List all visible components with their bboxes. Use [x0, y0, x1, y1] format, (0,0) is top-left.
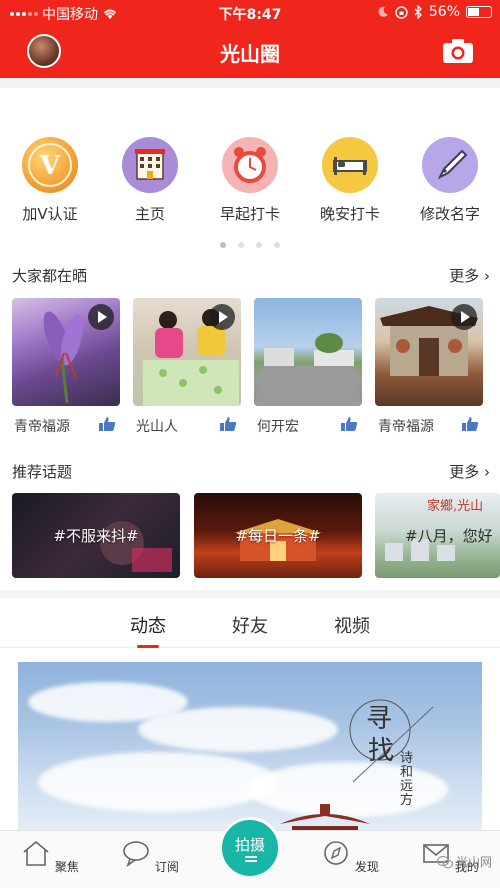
quick-actions: V 加V认证 主页 早起打卡 晚安打卡 修改名字	[0, 137, 500, 227]
moon-icon	[378, 6, 388, 17]
bluetooth-icon	[414, 5, 422, 19]
tab-friends[interactable]: 好友	[232, 612, 268, 638]
tab-dynamic[interactable]: 动态	[130, 612, 166, 638]
nav-label: 订阅	[154, 860, 179, 874]
thumbs-up-icon[interactable]	[461, 416, 479, 432]
showcase-thumbnail	[254, 298, 362, 406]
feed-tabs: 动态 好友 视频	[0, 606, 500, 648]
battery-percent: 56%	[428, 4, 460, 20]
showcase-more-link[interactable]: 更多 ›	[449, 265, 490, 286]
nav-discover[interactable]: 发现	[320, 839, 380, 875]
rotation-lock-icon	[395, 5, 408, 19]
play-icon[interactable]	[451, 304, 477, 330]
battery-icon	[466, 6, 492, 18]
watermark: 光山网	[436, 853, 492, 870]
nav-shoot-button[interactable]: 拍摄	[219, 817, 281, 879]
nav-subscribe[interactable]: 订阅	[120, 839, 180, 875]
more-label: 更多	[449, 463, 480, 481]
feed-image[interactable]: 寻 找 诗和远方	[18, 662, 482, 842]
section-divider	[0, 590, 500, 598]
section-title: 推荐话题	[12, 463, 73, 481]
poem-overlay: 寻 找 诗和远方	[348, 692, 438, 808]
building-icon	[122, 137, 178, 193]
thumbs-up-icon[interactable]	[340, 416, 358, 432]
wechat-icon	[436, 855, 453, 868]
topic-card[interactable]: #每日一条#	[194, 493, 362, 578]
svg-text:V: V	[39, 151, 61, 181]
poem-line: 找	[368, 736, 395, 766]
status-bar: 中国移动 下午8:47 56%	[0, 0, 500, 26]
thumbnail-author: 青帝福源	[14, 419, 70, 435]
pen-icon	[422, 137, 478, 193]
play-icon[interactable]	[209, 304, 235, 330]
thumbnail-author: 何开宏	[257, 419, 299, 435]
pager-dot[interactable]	[238, 242, 244, 248]
topics-header: 推荐话题 更多 ›	[12, 461, 490, 483]
tab-video[interactable]: 视频	[334, 612, 370, 638]
page-title: 光山圈	[220, 42, 280, 66]
nav-label: 发现	[354, 860, 379, 874]
thumbnail-author: 青帝福源	[378, 419, 434, 435]
bottom-nav: 聚焦 订阅 拍摄 发现 我的 光山网	[0, 817, 500, 888]
section-title: 大家都在晒	[12, 267, 88, 285]
quick-action-label: 加V认证	[22, 205, 78, 223]
shoot-icon	[245, 856, 257, 862]
more-label: 更多	[449, 267, 480, 285]
topic-tag: #八月，您好	[405, 527, 493, 545]
quick-action-night-checkin[interactable]: 晚安打卡	[300, 137, 400, 224]
quick-action-label: 早起打卡	[219, 205, 280, 223]
topic-card[interactable]: 家鄉,光山 #八月，您好	[375, 493, 500, 578]
showcase-header: 大家都在晒 更多 ›	[12, 265, 490, 287]
active-tab-indicator	[137, 645, 159, 648]
showcase-thumbnail[interactable]	[375, 298, 483, 406]
thumbs-up-icon[interactable]	[98, 416, 116, 432]
nav-focus[interactable]: 聚焦	[20, 839, 80, 875]
quick-action-rename[interactable]: 修改名字	[400, 137, 500, 224]
bed-icon	[322, 137, 378, 193]
poem-side: 诗和远方	[400, 751, 414, 808]
thumbs-up-icon[interactable]	[219, 416, 237, 432]
v-badge-icon: V	[22, 137, 78, 193]
pager-dot[interactable]	[274, 242, 280, 248]
header-separator	[0, 78, 500, 88]
pager-dot[interactable]	[220, 242, 226, 248]
quick-action-label: 主页	[134, 205, 165, 223]
compass-icon	[324, 841, 348, 865]
topic-card[interactable]: #不服来抖#	[12, 493, 180, 578]
app-header: 光山圈	[0, 26, 500, 78]
nav-label: 聚焦	[54, 860, 79, 874]
showcase-thumbnail[interactable]	[12, 298, 120, 406]
alarm-clock-icon	[222, 137, 278, 193]
quick-action-verify[interactable]: V 加V认证	[0, 137, 100, 224]
quick-action-morning-checkin[interactable]: 早起打卡	[200, 137, 300, 224]
pager-dot[interactable]	[256, 242, 262, 248]
topic-tag: #每日一条#	[235, 527, 321, 545]
quick-action-label: 修改名字	[419, 205, 480, 223]
watermark-text: 光山网	[455, 855, 492, 869]
chat-bubble-icon	[123, 841, 149, 868]
quick-action-home[interactable]: 主页	[100, 137, 200, 224]
home-icon	[23, 840, 49, 866]
carousel-pager	[0, 233, 500, 252]
topics-more-link[interactable]: 更多 ›	[449, 461, 490, 482]
camera-icon[interactable]	[442, 38, 474, 64]
svg-text:家鄉,光山: 家鄉,光山	[427, 498, 483, 514]
play-icon[interactable]	[88, 304, 114, 330]
top-bar: 中国移动 下午8:47 56% 光山圈	[0, 0, 500, 78]
topic-tag: #不服来抖#	[53, 527, 139, 545]
thumbnail-author: 光山人	[136, 419, 178, 435]
showcase-thumbnail[interactable]	[133, 298, 241, 406]
quick-action-label: 晚安打卡	[319, 205, 380, 223]
nav-label: 拍摄	[234, 836, 265, 854]
